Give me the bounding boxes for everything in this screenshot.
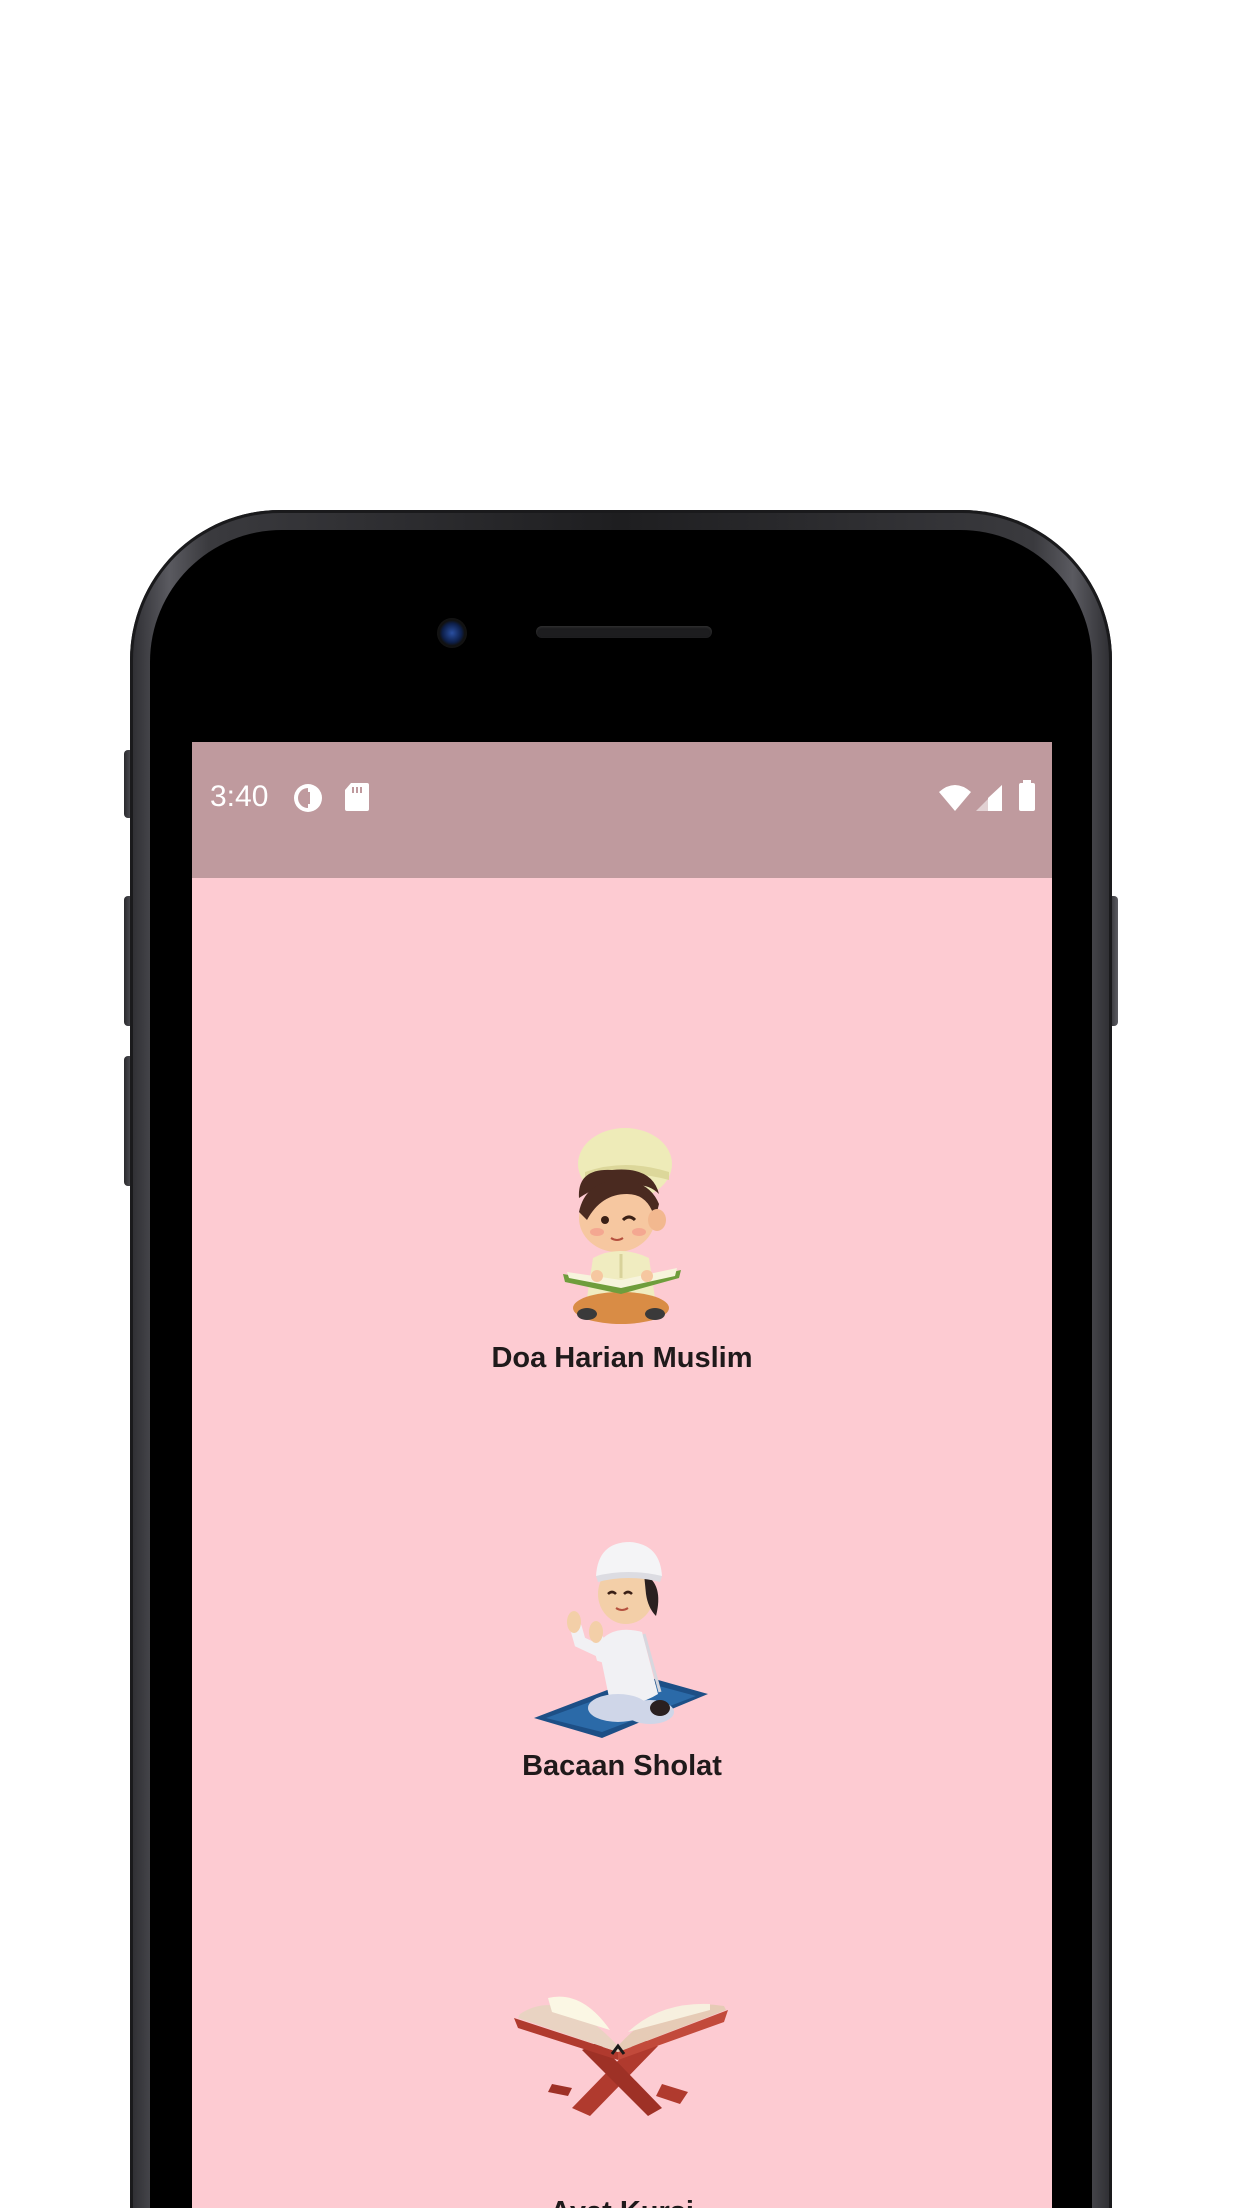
status-time: 3:40: [210, 780, 269, 813]
data-saver-icon: [292, 782, 324, 819]
menu-label: Ayat Kursi: [192, 2196, 1052, 2208]
page: 3:40 Doa Harian Muslim Bacaan Sholat: [0, 0, 1242, 2208]
wifi-icon: [938, 784, 972, 817]
front-camera: [437, 618, 467, 648]
boy-reading-quran-icon: [563, 1128, 681, 1324]
menu-item-doa-harian[interactable]: Doa Harian Muslim: [192, 1128, 1052, 1375]
cell-signal-icon: [974, 784, 1004, 817]
menu-label: Bacaan Sholat: [522, 1750, 722, 1782]
sd-card-icon: [344, 782, 370, 817]
menu-item-bacaan-sholat[interactable]: Bacaan Sholat: [192, 1524, 1052, 1783]
boy-praying-icon: [534, 1542, 708, 1738]
menu-label: Doa Harian Muslim: [491, 1342, 753, 1374]
menu-item-ayat-kursi[interactable]: Ayat Kursi: [192, 1976, 1052, 2208]
quran-on-stand-icon: [514, 1996, 728, 2116]
earpiece-speaker: [536, 626, 712, 638]
app-screen: 3:40 Doa Harian Muslim Bacaan Sholat: [192, 742, 1052, 2208]
battery-icon: [1018, 780, 1036, 817]
status-bar: 3:40: [192, 742, 1052, 878]
